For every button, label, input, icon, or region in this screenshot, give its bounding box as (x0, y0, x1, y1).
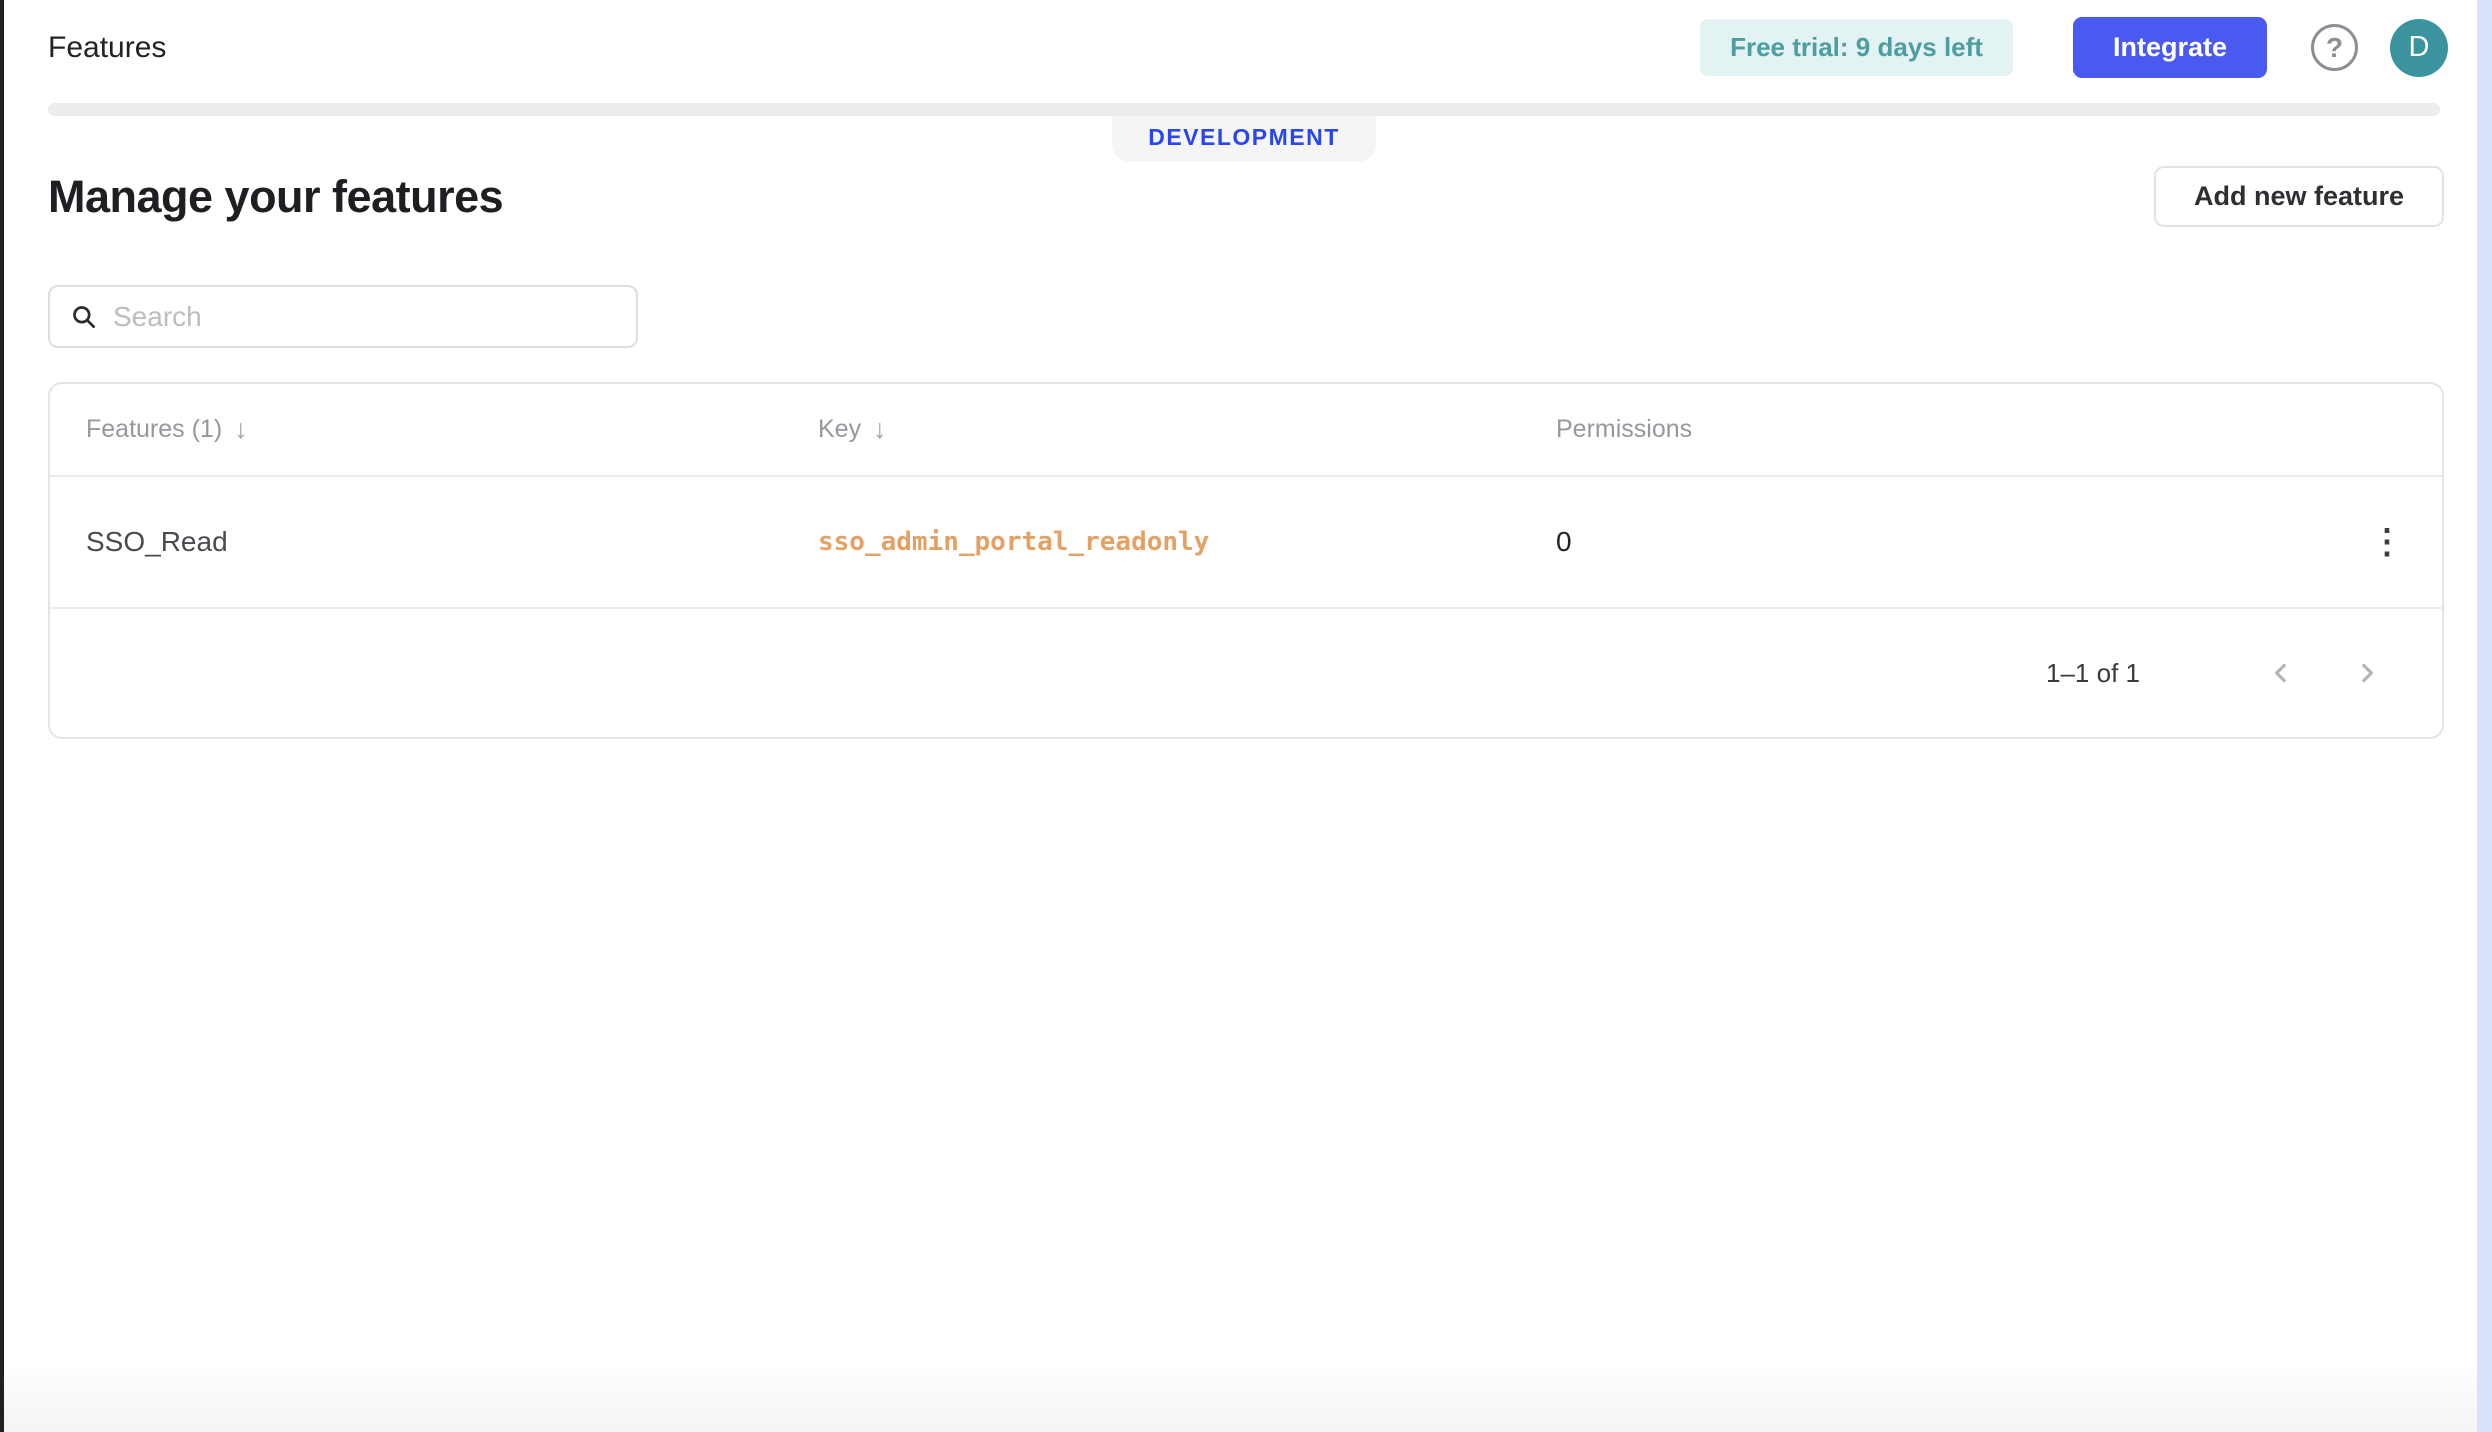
page-title: Features (48, 30, 167, 64)
integrate-button[interactable]: Integrate (2072, 17, 2267, 78)
bottom-fade (4, 1362, 2477, 1432)
pagination-range: 1–1 of 1 (2046, 657, 2140, 688)
sort-down-icon[interactable]: ↓ (873, 414, 887, 445)
topbar: Features Free trial: 9 days left Integra… (0, 0, 2492, 95)
table-footer: 1–1 of 1 (50, 609, 2442, 737)
row-actions-kebab-icon[interactable]: ⋮ (2352, 515, 2422, 569)
features-table: Features (1) ↓ Key ↓ Permissions SSO_Rea… (48, 382, 2444, 739)
column-header-key[interactable]: Key ↓ (818, 414, 1556, 445)
free-trial-badge: Free trial: 9 days left (1700, 19, 2013, 76)
search-input[interactable] (111, 299, 616, 334)
feature-permissions-count: 0 (1556, 526, 1572, 557)
page-scrollbar[interactable] (2477, 0, 2492, 1432)
avatar[interactable]: D (2390, 18, 2448, 77)
column-header-features[interactable]: Features (1) ↓ (86, 414, 818, 445)
sort-down-icon[interactable]: ↓ (234, 414, 248, 445)
help-icon[interactable]: ? (2311, 24, 2358, 71)
column-header-key-label: Key (818, 415, 862, 443)
page-heading: Manage your features (48, 170, 504, 222)
environment-bar (48, 103, 2440, 116)
heading-row: Manage your features Add new feature (48, 166, 2444, 227)
feature-key: sso_admin_portal_readonly (818, 527, 1210, 557)
table-row[interactable]: SSO_Read sso_admin_portal_readonly 0 ⋮ (50, 477, 2442, 609)
table-header-row: Features (1) ↓ Key ↓ Permissions (50, 384, 2442, 477)
column-header-features-label: Features (1) (86, 415, 223, 443)
search-icon (70, 303, 97, 330)
pagination-next-icon[interactable] (2344, 650, 2390, 696)
feature-name: SSO_Read (86, 526, 228, 557)
sidebar-edge (0, 0, 4, 1432)
pagination-prev-icon[interactable] (2258, 650, 2304, 696)
column-header-permissions-label: Permissions (1556, 415, 1693, 443)
environment-badge: DEVELOPMENT (1112, 116, 1376, 162)
environment-bar-wrap: DEVELOPMENT (48, 103, 2440, 162)
add-new-feature-button[interactable]: Add new feature (2153, 166, 2444, 227)
column-header-permissions: Permissions (1556, 415, 2332, 444)
search-box[interactable] (48, 285, 638, 348)
main-content: Manage your features Add new feature Fea… (0, 166, 2492, 739)
topbar-actions: Free trial: 9 days left Integrate ? D (1700, 17, 2448, 78)
